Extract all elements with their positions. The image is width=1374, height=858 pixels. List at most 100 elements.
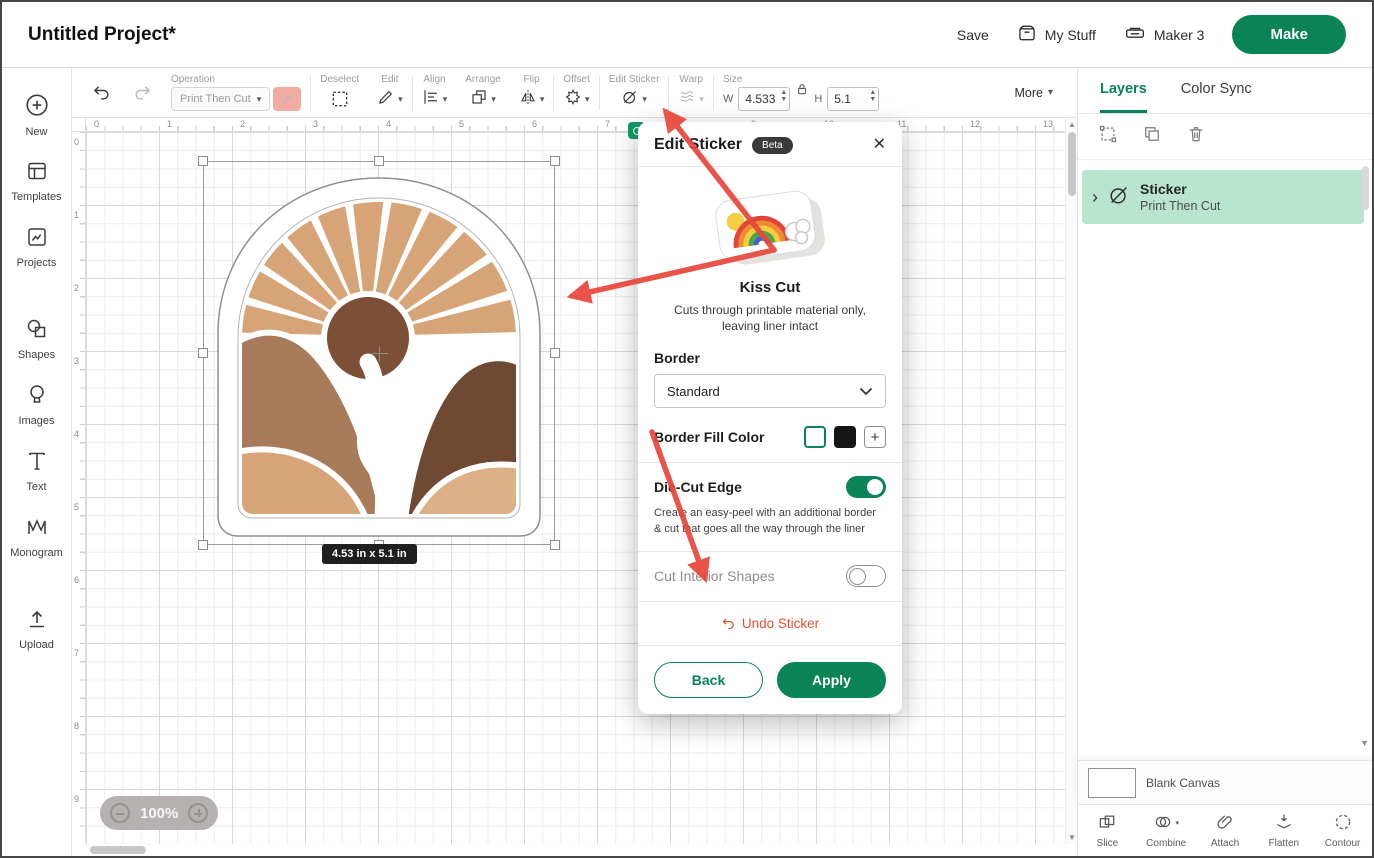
tab-color-sync[interactable]: Color Sync — [1181, 68, 1252, 113]
cut-interior-toggle[interactable] — [846, 565, 886, 587]
machine-selector[interactable]: Maker 3 — [1124, 23, 1205, 46]
cut-type-title: Kiss Cut — [654, 279, 886, 296]
fill-color-black-swatch[interactable] — [834, 426, 856, 448]
size-group: Size W ▲▼ H ▲▼ — [714, 74, 888, 111]
arrange-button[interactable]: Arrange ▾ — [456, 74, 510, 111]
layer-row-sticker[interactable]: › Sticker Print Then Cut — [1082, 170, 1364, 224]
upload-icon — [25, 607, 49, 634]
selection-handle[interactable] — [198, 348, 208, 358]
sticker-icon — [621, 88, 639, 111]
undo-icon — [721, 616, 736, 631]
canvas-grid[interactable]: 4.53 in x 5.1 in — [86, 132, 1065, 844]
expand-chevron-icon[interactable]: › — [1092, 188, 1098, 206]
zoom-control: 100% — [100, 796, 218, 830]
duplicate-icon[interactable] — [1142, 124, 1162, 149]
selection-handle[interactable] — [198, 156, 208, 166]
horizontal-scrollbar[interactable] — [86, 844, 1065, 856]
horizontal-scroll-thumb[interactable] — [90, 846, 146, 854]
ruler-number: 7 — [605, 119, 610, 129]
vertical-scroll-thumb[interactable] — [1068, 132, 1076, 196]
selection-handle[interactable] — [550, 348, 560, 358]
scroll-up-icon[interactable]: ▲ — [1066, 120, 1077, 129]
ruler-number: 4 — [74, 429, 79, 439]
sidebar-item-monogram[interactable]: Monogram — [2, 504, 71, 570]
vertical-scrollbar[interactable]: ▲ ▼ — [1065, 118, 1077, 844]
warp-button[interactable]: Warp ▾ — [669, 74, 713, 111]
width-stepper[interactable]: ▲▼ — [780, 89, 787, 103]
width-label: W — [723, 93, 733, 105]
redo-button[interactable] — [122, 81, 162, 105]
more-button[interactable]: More▾ — [1014, 86, 1067, 100]
combine-button[interactable]: ▾ Combine — [1137, 805, 1196, 856]
scroll-down-icon[interactable]: ▼ — [1066, 833, 1077, 842]
chevron-down-icon: ▾ — [585, 95, 590, 104]
save-button[interactable]: Save — [957, 27, 989, 43]
fill-color-white-swatch[interactable] — [804, 426, 826, 448]
my-stuff-button[interactable]: My Stuff — [1017, 23, 1096, 46]
selection-box[interactable] — [203, 161, 555, 545]
operation-group: Operation Print Then Cut▾ — [162, 74, 310, 111]
apply-button[interactable]: Apply — [777, 662, 886, 698]
sidebar-item-images[interactable]: Images — [2, 372, 71, 438]
offset-button[interactable]: Offset ▾ — [554, 74, 599, 111]
ruler-number: 4 — [386, 119, 391, 129]
back-button[interactable]: Back — [654, 662, 763, 698]
border-fill-label: Border Fill Color — [654, 429, 764, 445]
chevron-down-icon: ▾ — [443, 95, 448, 104]
align-icon — [422, 88, 440, 111]
die-cut-toggle[interactable] — [846, 476, 886, 498]
kiss-cut-illustration — [654, 181, 886, 277]
group-icon[interactable] — [1098, 124, 1118, 149]
undo-button[interactable] — [82, 81, 122, 105]
cut-type-description: Cuts through printable material only, le… — [654, 302, 886, 334]
selection-handle[interactable] — [550, 156, 560, 166]
border-select[interactable]: Standard — [654, 374, 886, 408]
slice-button[interactable]: Slice — [1078, 805, 1137, 856]
make-button[interactable]: Make — [1232, 15, 1346, 54]
selection-handle[interactable] — [374, 156, 384, 166]
blank-canvas-label: Blank Canvas — [1146, 776, 1220, 790]
sidebar-item-text[interactable]: Text — [2, 438, 71, 504]
tab-layers[interactable]: Layers — [1100, 68, 1147, 113]
panel-scroll-down-icon[interactable]: ▼ — [1360, 738, 1369, 748]
zoom-level: 100% — [140, 805, 178, 822]
canvas-background-row[interactable]: Blank Canvas — [1078, 760, 1372, 804]
sidebar-item-projects[interactable]: Projects — [2, 214, 71, 280]
ruler-number: 13 — [1043, 119, 1053, 129]
panel-scroll-thumb[interactable] — [1362, 166, 1369, 210]
zoom-in-button[interactable] — [188, 803, 208, 823]
delete-icon[interactable] — [1186, 124, 1206, 149]
sidebar-item-templates[interactable]: Templates — [2, 148, 71, 214]
ruler-number: 6 — [532, 119, 537, 129]
add-color-button[interactable]: + — [864, 426, 886, 448]
height-stepper[interactable]: ▲▼ — [869, 89, 876, 103]
flip-button[interactable]: Flip ▾ — [510, 74, 554, 111]
undo-sticker-button[interactable]: Undo Sticker — [654, 616, 886, 631]
sidebar-item-shapes[interactable]: Shapes — [2, 306, 71, 372]
deselect-button[interactable]: Deselect — [311, 74, 368, 111]
slice-icon — [1097, 812, 1117, 835]
edit-sticker-button[interactable]: Edit Sticker ▾ — [600, 74, 669, 111]
layer-name: Sticker — [1140, 181, 1220, 197]
sidebar-item-upload[interactable]: Upload — [2, 596, 71, 662]
ruler-number: 3 — [313, 119, 318, 129]
zoom-out-button[interactable] — [110, 803, 130, 823]
canvas-color-swatch[interactable] — [1088, 768, 1136, 798]
flatten-button[interactable]: Flatten — [1254, 805, 1313, 856]
selection-center-crosshair — [372, 346, 388, 362]
text-icon — [25, 449, 49, 476]
selection-handle[interactable] — [550, 540, 560, 550]
design-canvas[interactable]: 0 1 2 3 4 5 6 7 8 9 10 11 12 13 0 1 2 3 … — [72, 118, 1077, 856]
chevron-down-icon: ▾ — [540, 95, 545, 104]
chevron-down-icon: ▾ — [398, 95, 403, 104]
sidebar-item-new[interactable]: New — [2, 82, 71, 148]
attach-button[interactable]: Attach — [1196, 805, 1255, 856]
lock-icon[interactable] — [795, 82, 809, 101]
operation-dropdown[interactable]: Print Then Cut▾ — [171, 87, 270, 111]
close-icon[interactable]: ✕ — [873, 137, 886, 153]
operation-color-swatch[interactable] — [273, 87, 301, 111]
edit-button[interactable]: Edit ▾ — [368, 74, 412, 111]
contour-button[interactable]: Contour — [1313, 805, 1372, 856]
selection-handle[interactable] — [198, 540, 208, 550]
align-button[interactable]: Align ▾ — [413, 74, 457, 111]
